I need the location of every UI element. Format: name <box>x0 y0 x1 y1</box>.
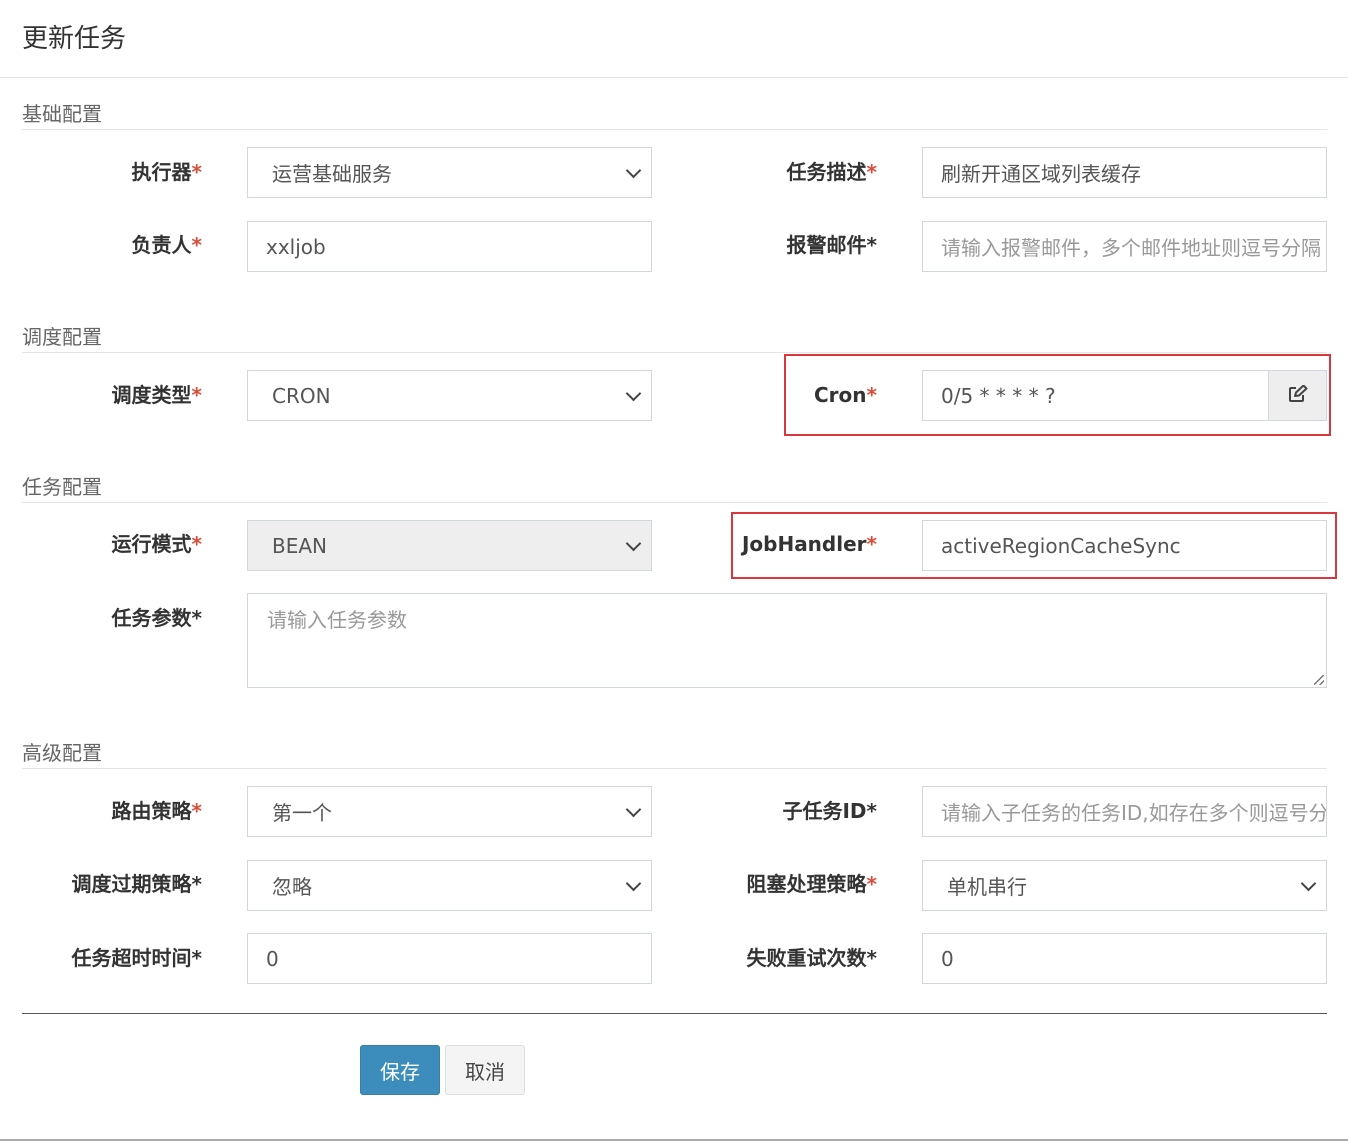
schedule-type-select[interactable]: CRON <box>247 370 652 421</box>
save-button[interactable]: 保存 <box>360 1045 440 1095</box>
schedule-type-label: 调度类型* <box>111 383 202 407</box>
cron-edit-button[interactable] <box>1268 370 1327 421</box>
job-param-label: 任务参数* <box>111 606 202 630</box>
edit-icon <box>1288 384 1308 407</box>
route-strategy-select[interactable]: 第一个 <box>247 786 652 837</box>
job-desc-input[interactable]: 刷新开通区域列表缓存 <box>922 147 1327 198</box>
chevron-down-icon <box>625 162 642 178</box>
cancel-button[interactable]: 取消 <box>445 1045 525 1095</box>
fail-retry-input[interactable]: 0 <box>922 933 1327 984</box>
resize-handle-icon[interactable] <box>1314 675 1324 685</box>
timeout-input[interactable]: 0 <box>247 933 652 984</box>
modal-bottom-border <box>0 1139 1348 1141</box>
section-advanced-config: 高级配置 <box>22 741 1327 769</box>
section-job-config: 任务配置 <box>22 475 1327 503</box>
chevron-down-icon <box>625 385 642 401</box>
fail-retry-label: 失败重试次数* <box>746 946 877 970</box>
misfire-strategy-label: 调度过期策略* <box>71 872 202 896</box>
job-handler-input[interactable]: activeRegionCacheSync <box>922 520 1327 571</box>
form-divider <box>22 1013 1327 1014</box>
executor-label: 执行器* <box>131 160 202 184</box>
glue-type-label: 运行模式* <box>111 532 202 556</box>
job-param-textarea[interactable]: 请输入任务参数 <box>247 593 1327 688</box>
author-label: 负责人* <box>131 233 202 257</box>
modal-header: 更新任务 <box>0 0 1348 78</box>
child-job-id-input[interactable]: 请输入子任务的任务ID,如存在多个则逗号分隔 <box>922 786 1327 837</box>
alarm-email-label: 报警邮件* <box>786 233 877 257</box>
job-handler-label: JobHandler* <box>741 532 877 556</box>
chevron-down-icon <box>1300 875 1317 891</box>
block-strategy-label: 阻塞处理策略* <box>746 872 877 896</box>
timeout-label: 任务超时时间* <box>71 946 202 970</box>
child-job-id-label: 子任务ID* <box>782 799 877 823</box>
chevron-down-icon <box>625 535 642 551</box>
glue-type-select[interactable]: BEAN <box>247 520 652 571</box>
executor-select[interactable]: 运营基础服务 <box>247 147 652 198</box>
job-param-placeholder: 请输入任务参数 <box>267 608 407 632</box>
chevron-down-icon <box>625 801 642 817</box>
alarm-email-input[interactable]: 请输入报警邮件，多个邮件地址则逗号分隔 <box>922 221 1327 272</box>
author-input[interactable]: xxljob <box>247 221 652 272</box>
section-schedule-config: 调度配置 <box>22 325 1327 353</box>
route-strategy-label: 路由策略* <box>111 799 202 823</box>
page-title: 更新任务 <box>22 24 127 54</box>
chevron-down-icon <box>625 875 642 891</box>
cron-label: Cron* <box>814 383 877 407</box>
block-strategy-select[interactable]: 单机串行 <box>922 860 1327 911</box>
section-basic-config: 基础配置 <box>22 102 1327 130</box>
job-desc-label: 任务描述* <box>786 160 877 184</box>
misfire-strategy-select[interactable]: 忽略 <box>247 860 652 911</box>
cron-input[interactable]: 0/5 * * * * ? <box>922 370 1269 421</box>
